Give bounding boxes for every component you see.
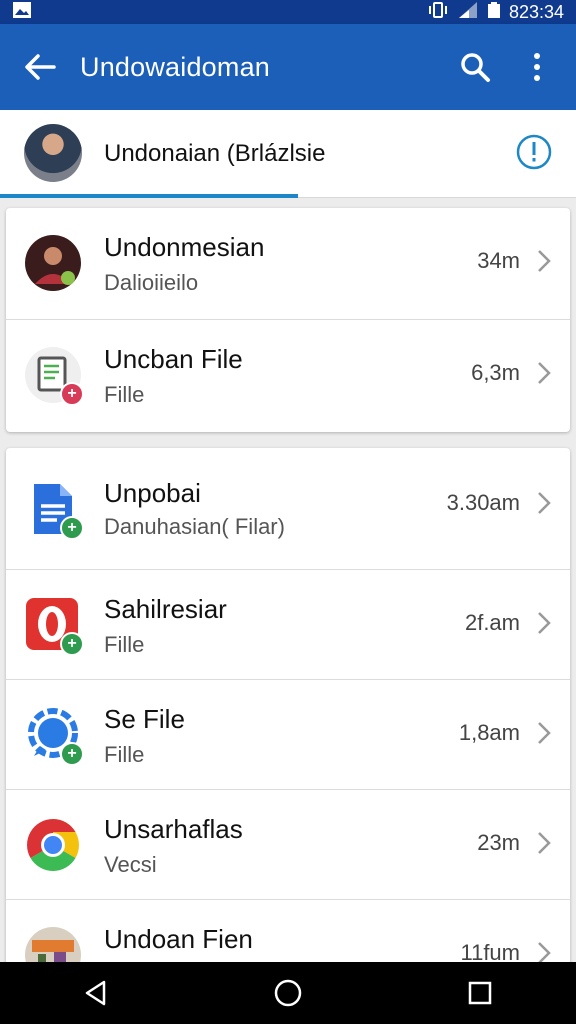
search-icon [461, 53, 490, 82]
chrome-icon [24, 816, 82, 874]
item-title: Undonmesian [104, 232, 265, 262]
back-button[interactable] [0, 24, 80, 110]
list-item[interactable]: + Unpobai Danuhasian( Filar) 3.30am [6, 448, 570, 570]
opera-icon: + [24, 596, 84, 656]
status-bar: 823:34 [0, 0, 576, 24]
chevron-right-icon [538, 362, 551, 384]
info-icon[interactable] [516, 134, 552, 170]
item-time: 6,3m [471, 360, 520, 385]
signal-chat-icon: + [24, 706, 84, 766]
item-subtitle: Dalioiieilo [104, 270, 199, 295]
item-subtitle: Fille [104, 382, 145, 407]
chevron-right-icon [538, 832, 551, 854]
chevron-right-icon [538, 492, 551, 514]
item-title: Undoan Fien [104, 924, 253, 954]
add-badge-icon: + [60, 382, 84, 406]
chevron-right-icon [538, 250, 551, 272]
search-button[interactable] [444, 24, 506, 110]
signal-icon [457, 1, 479, 24]
header-title: Undonaian (Brlázlsie [104, 140, 326, 167]
status-time: 823:34 [508, 1, 564, 22]
item-title: Se File [104, 704, 185, 734]
item-time: 23m [477, 830, 520, 855]
list-item[interactable]: Unsarhaflas Vecsi 23m [6, 790, 570, 900]
nav-recents-button[interactable] [450, 963, 510, 1023]
item-title: Unsarhaflas [104, 814, 243, 844]
more-vert-icon [534, 53, 540, 81]
document-icon: + [24, 346, 84, 406]
list-item[interactable]: + Se File Fille 1,8am [6, 680, 570, 790]
item-title: Unpobai [104, 478, 201, 508]
item-time: 2f.am [464, 610, 520, 635]
tab-indicator [0, 194, 298, 198]
app-bar: Undowaidoman [0, 24, 576, 110]
item-subtitle: Danuhasian( Filar) [104, 514, 285, 539]
list-item[interactable]: Undoan Fien 11fum [6, 900, 570, 968]
google-docs-icon: + [24, 480, 84, 540]
item-title: Uncban File [104, 344, 243, 374]
contact-avatar [24, 234, 82, 292]
more-options-button[interactable] [506, 24, 568, 110]
recents-square-icon [468, 981, 492, 1005]
arrow-back-icon [25, 54, 56, 80]
item-subtitle: Fille [104, 632, 145, 657]
app-bar-title: Undowaidoman [80, 51, 271, 82]
file-group-1: Undonmesian Dalioiieilo 34m + Uncban Fil… [6, 208, 570, 432]
nav-back-button[interactable] [66, 963, 126, 1023]
home-circle-icon [274, 979, 302, 1007]
list-item[interactable]: + Uncban File Fille 6,3m [6, 320, 570, 432]
conversation-header[interactable]: Undonaian (Brlázlsie [0, 110, 576, 198]
add-badge-icon: + [60, 516, 84, 540]
nav-home-button[interactable] [258, 963, 318, 1023]
add-badge-icon: + [60, 632, 84, 656]
item-subtitle: Vecsi [104, 852, 157, 877]
battery-icon [487, 1, 501, 24]
item-time: 1,8am [458, 720, 520, 745]
file-group-2: + Unpobai Danuhasian( Filar) 3.30am + Sa… [6, 448, 570, 968]
chevron-right-icon [538, 722, 551, 744]
item-subtitle: Fille [104, 742, 145, 767]
list-item[interactable]: + Sahilresiar Fille 2f.am [6, 570, 570, 680]
gallery-notification-icon [12, 1, 32, 24]
vibrate-icon [427, 1, 449, 24]
item-time: 34m [477, 248, 520, 273]
add-badge-icon: + [60, 742, 84, 766]
chevron-right-icon [538, 612, 551, 634]
item-time: 3.30am [446, 490, 520, 515]
back-triangle-icon [85, 980, 106, 1006]
list-item[interactable]: Undonmesian Dalioiieilo 34m [6, 208, 570, 320]
item-title: Sahilresiar [104, 594, 227, 624]
avatar [24, 124, 82, 182]
navigation-bar [0, 962, 576, 1024]
